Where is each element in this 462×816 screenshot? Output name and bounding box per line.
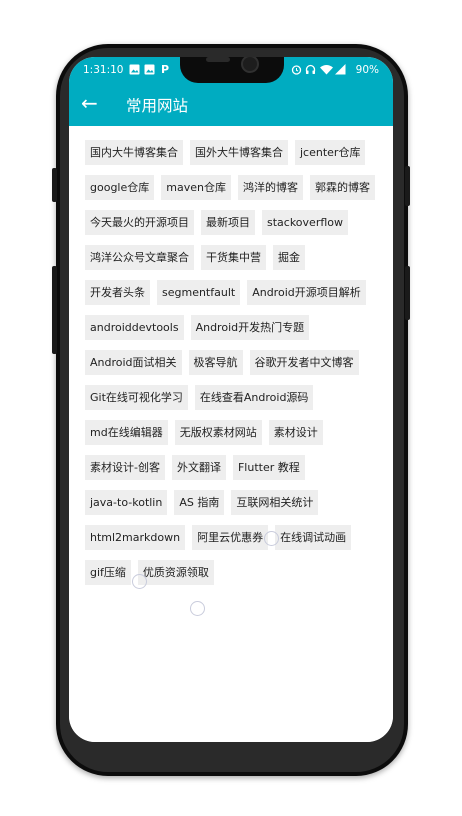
site-tag[interactable]: google仓库 <box>85 175 155 200</box>
site-tag[interactable]: 掘金 <box>273 245 305 270</box>
site-tag[interactable]: 今天最火的开源项目 <box>85 210 194 235</box>
site-tag[interactable]: 郭霖的博客 <box>309 175 375 200</box>
arrow-back-icon[interactable]: ← <box>81 91 98 115</box>
site-tag[interactable]: Git在线可视化学习 <box>85 385 188 410</box>
site-tag[interactable]: 最新项目 <box>201 210 255 235</box>
site-tag[interactable]: 素材设计 <box>268 420 323 445</box>
volume-down-button <box>52 266 57 354</box>
site-tag[interactable]: Flutter 教程 <box>232 455 305 480</box>
site-tag[interactable]: Android开源项目解析 <box>247 280 366 305</box>
site-tag[interactable]: gif压缩 <box>85 560 131 585</box>
wifi-icon <box>320 65 333 75</box>
site-tag-flow: 国内大牛博客集合 国外大牛博客集合 jcenter仓库 google仓库 maven仓库… <box>85 140 375 585</box>
power-button <box>405 166 410 206</box>
notch <box>180 57 284 83</box>
site-tag[interactable]: 外文翻译 <box>171 455 226 480</box>
site-tag[interactable]: Android面试相关 <box>85 350 182 375</box>
site-tag[interactable]: 干货集中营 <box>201 245 266 270</box>
site-tag[interactable]: 在线查看Android源码 <box>194 385 314 410</box>
speaker-grill <box>206 57 230 62</box>
volume-up-button <box>52 168 57 202</box>
site-tag[interactable]: html2markdown <box>85 525 186 550</box>
front-camera <box>241 57 259 73</box>
site-tag[interactable]: androiddevtools <box>85 315 184 340</box>
site-tag[interactable]: 谷歌开发者中文博客 <box>249 350 359 375</box>
site-tag[interactable]: 开发者头条 <box>85 280 150 305</box>
site-list-area: 国内大牛博客集合 国外大牛博客集合 jcenter仓库 google仓库 maven仓库… <box>69 126 393 742</box>
site-tag[interactable]: segmentfault <box>157 280 241 305</box>
site-tag[interactable]: stackoverflow <box>262 210 348 235</box>
site-tag[interactable]: md在线编辑器 <box>85 420 168 445</box>
site-tag[interactable]: maven仓库 <box>161 175 231 200</box>
site-tag[interactable]: 无版权素材网站 <box>174 420 262 445</box>
site-tag[interactable]: 鸿洋的博客 <box>237 175 303 200</box>
image-icon <box>129 64 140 75</box>
site-tag[interactable]: 互联网相关统计 <box>231 490 319 515</box>
site-tag[interactable]: AS 指南 <box>174 490 225 515</box>
site-tag[interactable]: 阿里云优惠券 <box>192 525 269 550</box>
image-icon <box>144 64 155 75</box>
site-tag[interactable]: Android开发热门专题 <box>190 315 310 340</box>
status-time: 1:31:10 <box>83 64 124 76</box>
headset-icon <box>305 64 316 74</box>
touch-indicator <box>132 574 147 589</box>
site-tag[interactable]: java-to-kotlin <box>85 490 168 515</box>
touch-indicator <box>190 601 205 616</box>
p-icon: P <box>161 63 170 76</box>
site-tag[interactable]: 在线调试动画 <box>275 525 352 550</box>
status-bar: 1:31:10 P 90% <box>69 57 393 84</box>
alarm-icon <box>291 65 302 75</box>
site-tag[interactable]: 国内大牛博客集合 <box>85 140 183 165</box>
site-tag[interactable]: jcenter仓库 <box>295 140 366 165</box>
phone-screen: 1:31:10 P 90% ← 常用网站 国内大牛博客集合 国外大牛博客集合 jce… <box>69 57 393 742</box>
site-tag[interactable]: 国外大牛博客集合 <box>190 140 288 165</box>
site-tag[interactable]: 极客导航 <box>188 350 243 375</box>
side-key <box>405 266 410 320</box>
touch-indicator <box>264 531 279 546</box>
battery-level: 90% <box>355 64 379 76</box>
site-tag[interactable]: 素材设计-创客 <box>85 455 165 480</box>
app-bar: ← 常用网站 <box>69 84 393 126</box>
page-title: 常用网站 <box>126 97 189 115</box>
signal-icon <box>335 64 346 75</box>
site-tag[interactable]: 鸿洋公众号文章聚合 <box>85 245 194 270</box>
site-tag[interactable]: 优质资源领取 <box>137 560 214 585</box>
